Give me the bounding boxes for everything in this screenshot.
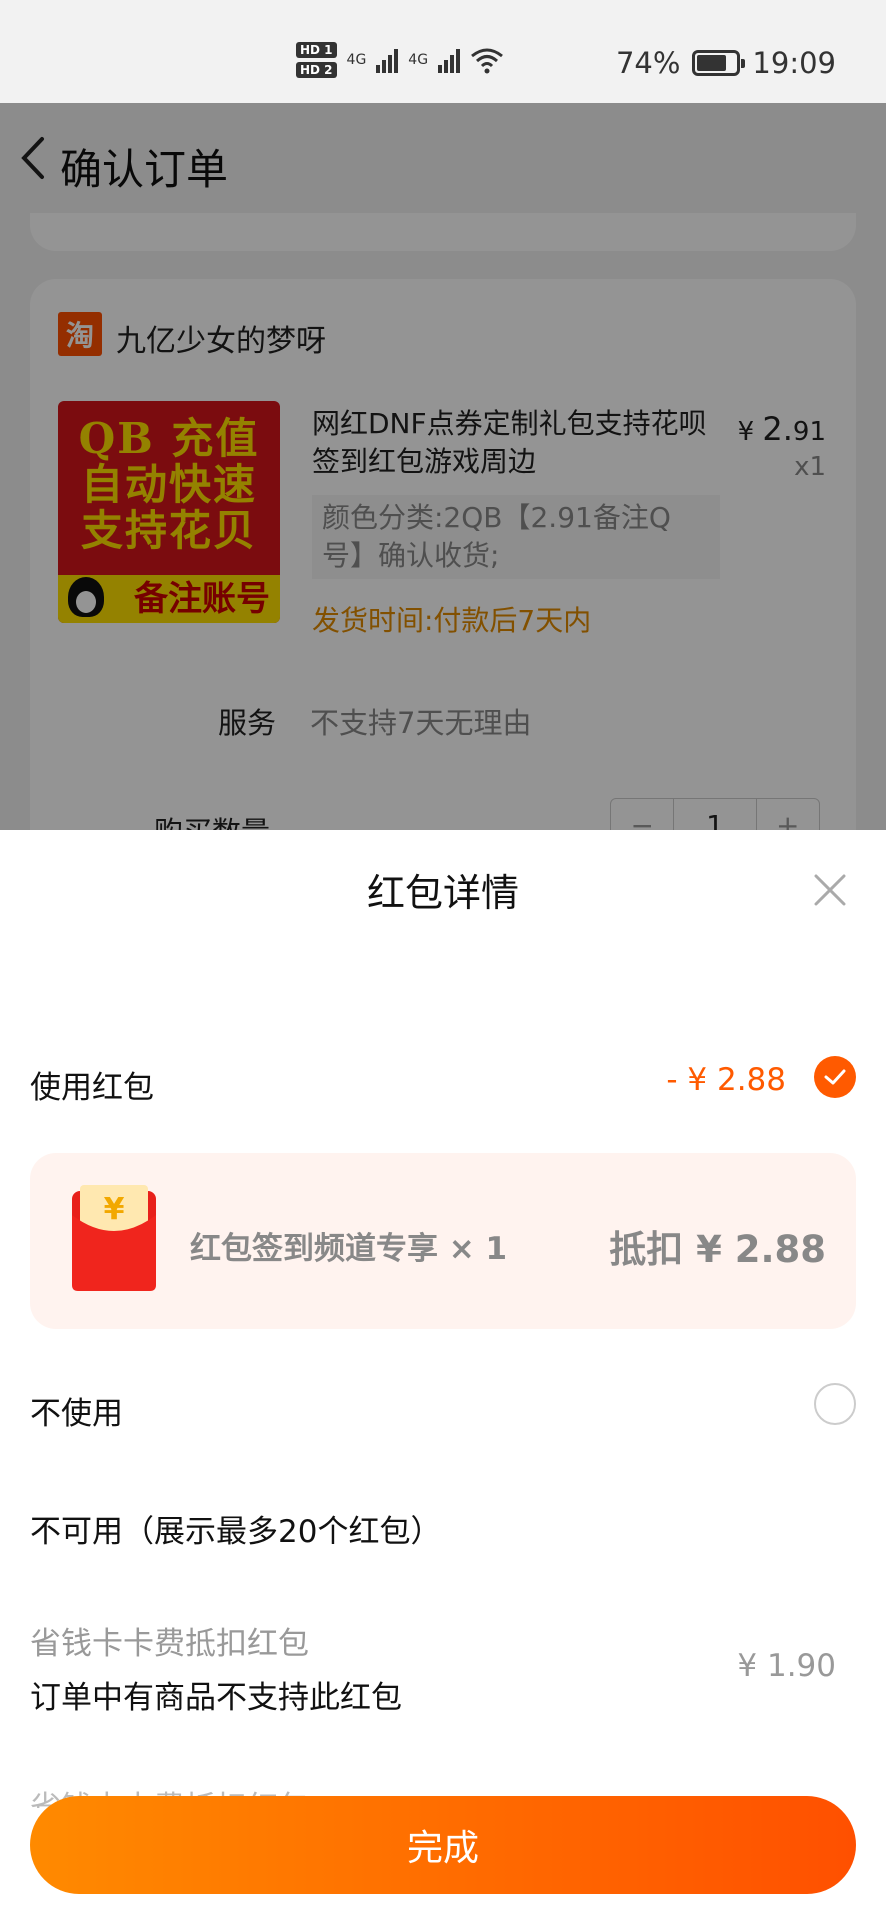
status-right: 74% 19:09	[616, 46, 836, 80]
sheet-title: 红包详情	[366, 871, 519, 915]
network-type-2: 4G	[408, 52, 429, 68]
close-icon[interactable]	[812, 872, 848, 908]
not-use-radio[interactable]	[814, 1383, 856, 1425]
red-packet-card[interactable]: ¥ 红包签到频道专享 × 1 抵扣 ¥ 2.88	[30, 1153, 856, 1329]
red-envelope-icon: ¥	[72, 1185, 156, 1291]
red-packet-deduct: 抵扣 ¥ 2.88	[609, 1228, 826, 1271]
status-bar: HD 1 HD 2 4G 4G 74% 19:09	[0, 0, 886, 103]
clock: 19:09	[752, 46, 836, 80]
checkmark-icon	[824, 1069, 846, 1085]
unavailable-item-reason: 订单中有商品不支持此红包	[30, 1680, 402, 1716]
network-indicators: HD 1 HD 2 4G 4G	[296, 42, 504, 78]
use-red-packet-radio[interactable]	[814, 1056, 856, 1098]
battery-percent: 74%	[615, 46, 681, 80]
unavailable-item-price: ¥ 1.90	[737, 1648, 836, 1684]
done-button[interactable]: 完成	[30, 1796, 856, 1894]
unavailable-item-title: 省钱卡卡费抵扣红包	[30, 1626, 309, 1662]
use-amount: - ¥ 2.88	[666, 1062, 786, 1098]
use-red-packet-label: 使用红包	[30, 1070, 154, 1106]
battery-icon	[692, 50, 746, 76]
red-envelope-symbol: ¥	[104, 1192, 125, 1227]
red-packet-sheet: 红包详情 使用红包 - ¥ 2.88 ¥ 红包签到频道专享 × 1 抵扣 ¥ 2…	[0, 830, 886, 1920]
red-packet-name: 红包签到频道专享 × 1	[190, 1231, 508, 1267]
wifi-icon	[471, 48, 503, 74]
unavailable-header: 不可用（展示最多20个红包）	[30, 1514, 442, 1550]
network-type-1: 4G	[346, 52, 367, 68]
not-use-label: 不使用	[30, 1396, 123, 1432]
hd2-badge: HD 2	[296, 62, 337, 78]
hd1-badge: HD 1	[296, 42, 337, 58]
modal-overlay[interactable]	[0, 103, 886, 830]
signal-2-icon	[438, 47, 461, 73]
signal-1-icon	[376, 47, 399, 73]
hd-badges: HD 1 HD 2	[296, 42, 337, 78]
